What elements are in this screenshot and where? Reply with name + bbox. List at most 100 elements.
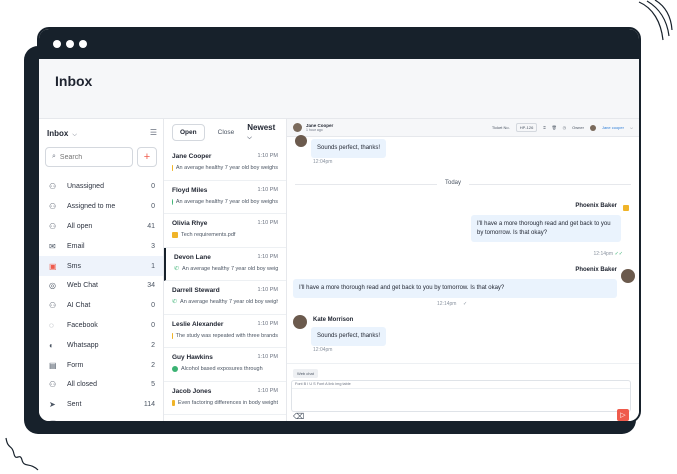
agent-avatar [621,269,635,283]
conversation-header: Olivia Rhye 1:10 PM [172,220,278,227]
contact-info[interactable]: Jane Cooper 1 hour ago [306,123,333,132]
preview-text: An average healthy 7 year old boy weighs [180,299,278,305]
sidebar-item-count: 2 [151,361,155,369]
channel-icon [172,399,175,406]
sidebar-item-assigned-to-me[interactable]: ⚇ Assigned to me 0 [39,197,163,217]
channel-chip[interactable]: Web chat [293,369,318,378]
conversation-item[interactable]: Jane Cooper 1:10 PM An average healthy 7 y… [164,147,286,181]
message-editor[interactable]: Font B I U S Font A link img table [291,380,631,412]
eraser-icon[interactable]: ⌫ [293,412,304,421]
sidebar-item-count: 0 [151,183,155,191]
window-dot-icon [66,40,74,48]
app-window: Inbox Inbox⌵ ☰ ⌕ + ⚇Unassigned [37,27,641,423]
search-box[interactable]: ⌕ [45,147,133,167]
sidebar-title: Inbox [47,129,69,138]
sidebar-item-spam[interactable]: ⓘSpam3 [39,415,163,422]
conversation-preview: ✆ An average healthy 7 year old boy weigh… [174,266,278,272]
preview-text: Tech requirements.pdf [181,232,236,238]
chevron-down-icon[interactable]: ⌵ [630,125,633,130]
channel-icon [172,165,173,171]
window-dot-icon [79,40,87,48]
conversation-item[interactable]: Floyd Miles 1:10 PM An average healthy 7 y… [164,181,286,214]
sidebar-item-label: Assigned to me [67,203,116,211]
trash-icon[interactable]: 🗑 [552,125,557,130]
sidebar-item-label: Form [67,361,84,369]
conversation-list: Jane Cooper 1:10 PM An average healthy 7 y… [164,147,286,423]
conversation-name: Jacob Jones [172,387,212,395]
tag-icon[interactable]: ⌗ [543,125,545,130]
composer: Web chat Font B I U S Font A link img ta… [287,363,639,421]
conversation-name: Kristin Watson [172,421,218,423]
ticket-number[interactable]: HP-126 [515,123,538,132]
sidebar-item-form[interactable]: ▤ Form 2 [39,355,163,375]
stage: Inbox Inbox⌵ ☰ ⌕ + ⚇Unassigned [0,0,677,474]
message-time: 12:04pm [313,347,333,353]
sidebar-item-all-closed[interactable]: ⚇ All closed 5 [39,375,163,395]
message-time: 12:04pm [313,159,333,165]
sender-name: Phoenix Baker [575,267,617,273]
conversation-item[interactable]: Kristin Watson1:10 PMSo yes, the alcohol… [164,415,286,423]
conversation-item[interactable]: Olivia Rhye 1:10 PM Tech requirements.pdf [164,214,286,248]
chat-header-actions: Ticket No. HP-126 ⌗ 🗑 ◷ Owner Jane coope… [492,123,633,132]
preview-text: An average healthy 7 year old boy weighs [175,198,278,205]
conversation-preview: Tech requirements.pdf [172,232,278,238]
sidebar-item-facebook[interactable]: ◌ Facebook 0 [39,316,163,336]
inbox-dropdown[interactable]: Inbox ⌵ [47,123,77,141]
conversation-time: 1:10 PM [257,220,278,226]
sidebar-item-label: All open [67,222,93,230]
contact-avatar [295,135,307,147]
editor-toolbar[interactable]: Font B I U S Font A link img table [292,381,630,389]
sidebar-item-email[interactable]: ✉ Email 3 [39,236,163,256]
messenger-icon: ◌ [49,320,54,330]
conversation-item[interactable]: Darrell Steward 1:10 PM ✆ An average health… [164,281,286,315]
sidebar-item-label: Spam [61,421,151,422]
sidebar-item-sms[interactable]: ▣ Sms 1 [39,256,163,276]
whatsapp-icon: ◐ [49,340,54,350]
conversation-header: Jacob Jones 1:10 PM [172,388,278,395]
sidebar-item-count: 3 [151,421,155,422]
conversation-item[interactable]: Devon Lane 1:10 PM ✆ An average healthy 7 y… [164,247,286,281]
chevron-down-icon: ⌵ [247,134,252,141]
sidebar-item-whatsapp[interactable]: ◐ Whatsapp 2 [39,335,163,355]
clock-icon[interactable]: ◷ [563,125,567,130]
conversation-preview: Even factoring differences in body weigh… [172,399,278,406]
conversation-preview: The study was repeated with three brands [172,332,278,339]
sidebar-item-web-chat[interactable]: ◎ Web Chat 34 [39,276,163,296]
filter-icon[interactable]: ☰ [150,128,157,137]
conversation-item[interactable]: Jacob Jones 1:10 PM Even factoring differe… [164,382,286,415]
sidebar-item-unassigned[interactable]: ⚇ Unassigned 0 [39,177,163,197]
sidebar-item-label: Sms [67,262,81,270]
channel-icon [172,198,173,205]
tab-open[interactable]: Open [172,123,205,141]
add-button[interactable]: + [137,147,157,167]
conversation-time: 1:10 PM [257,287,278,293]
app-header: Inbox [39,59,639,119]
search-icon: ⌕ [52,153,56,160]
sidebar-header: Inbox ⌵ ☰ [39,121,163,143]
sort-label: Newest [247,122,276,132]
user-icon: ⚇ [49,182,57,192]
conversation-item[interactable]: Guy Hawkins 1:10 PM Alcohol based exposure… [164,348,286,382]
user-icon: ⚇ [49,221,57,231]
sidebar-item-sent[interactable]: ➤ Sent 114 [39,395,163,415]
conversation-time: 1:10 PM [258,421,278,423]
conversation-item[interactable]: Leslie Alexander 1:10 PM The study was rep… [164,315,286,348]
sidebar-item-label: All closed [67,381,97,389]
sidebar-item-all-open[interactable]: ⚇ All open 41 [39,217,163,237]
sidebar-item-label: Sent [67,401,82,409]
phone-icon: ✆ [172,299,178,305]
send-button[interactable]: ▷ [617,409,629,421]
user-icon: ⚇ [49,380,57,390]
sidebar-item-ai-chat[interactable]: ⚇ AI Chat 0 [39,296,163,316]
sidebar: Inbox⌵ ☰ ⌕ + ⚇ Unassigned 0 ⚇ Assigned to me… [39,119,164,422]
window-dot-icon [53,40,61,48]
preview-text: Alcohol based exposures through [181,366,263,372]
date-separator: Today [437,180,470,186]
search-input[interactable] [59,153,120,161]
sidebar-nav: ⚇ Unassigned 0 ⚇ Assigned to me 0 ⚇ All open 41 ✉… [39,177,163,422]
owner-link[interactable]: Jane cooper [602,125,624,130]
sender-name: Kate Morrison [313,317,354,323]
tab-close[interactable]: Close [211,125,242,140]
sort-dropdown[interactable]: Newest ⌵ [247,123,282,142]
globe-icon: ◎ [49,281,56,291]
